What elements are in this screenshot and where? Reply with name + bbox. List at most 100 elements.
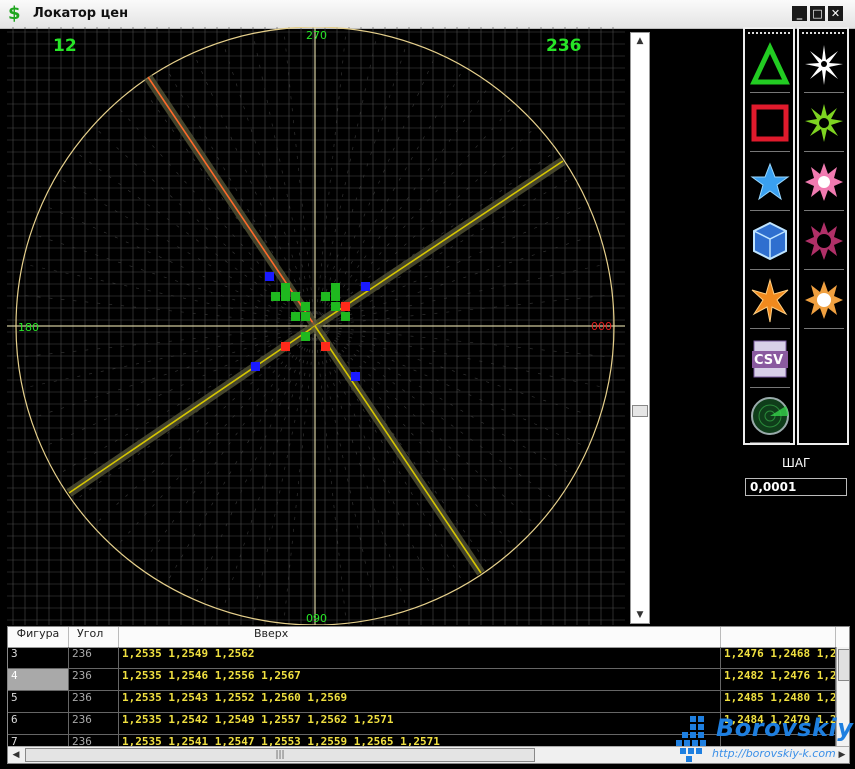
cell-angle[interactable]: 236 [69,669,119,690]
grid-horizontal-thumb[interactable]: ||| [25,748,535,762]
radar-spoke [314,325,516,550]
table-row[interactable]: 3 236 1,2535 1,2549 1,2562 1,2476 1,2468 1,… [8,647,849,669]
star-palette [797,27,849,445]
degree-label-right: 000 [591,320,612,333]
pixel-logo-icon [676,716,706,762]
price-block [301,302,310,311]
degree-label-bottom: 090 [306,612,327,625]
price-block [281,283,290,292]
price-block [251,362,260,371]
radar-spoke [192,51,316,327]
orange-star-icon [805,281,843,319]
cell-angle[interactable]: 236 [69,647,119,668]
radar-tool[interactable] [748,387,792,443]
radar-spoke [314,233,601,327]
cell-down-levels[interactable]: 1,2482 1,2476 1,2 [721,669,836,690]
radar-spoke [29,325,316,419]
cell-figure[interactable]: 3 [8,647,69,668]
pink-star-tool[interactable] [802,155,846,211]
scroll-up-arrow-icon[interactable]: ▲ [631,33,649,49]
burst-icon [751,278,789,323]
orange-star-tool[interactable] [802,273,846,329]
white-star-icon [805,45,843,85]
radar-canvas[interactable] [7,27,625,625]
burst-tool[interactable] [748,273,792,329]
column-header-up[interactable]: Вверх [119,627,721,647]
close-button[interactable]: ✕ [828,6,843,21]
radar-spoke [314,32,378,327]
price-block [331,283,340,292]
price-block [291,292,300,301]
radar-spoke [164,325,316,586]
step-label: ШАГ [782,456,811,470]
cell-figure[interactable]: 4 [8,669,69,690]
grid-vertical-thumb[interactable] [838,649,849,681]
cell-up-levels[interactable]: 1,2535 1,2542 1,2549 1,2557 1,2562 1,257… [119,713,721,734]
scroll-left-arrow-icon[interactable]: ◀ [8,747,24,763]
cell-up-levels[interactable]: 1,2535 1,2549 1,2562 [119,647,721,668]
cube-icon [753,221,787,261]
radar-spoke [40,325,316,449]
cell-angle[interactable]: 236 [69,713,119,734]
price-block [331,302,340,311]
radar-spoke [55,175,316,327]
csv-label: CSV [754,353,784,368]
price-block [291,312,300,321]
column-header-down[interactable] [721,627,836,647]
radar-scrollbar[interactable]: ▲ ▼ [630,32,650,624]
scroll-down-arrow-icon[interactable]: ▼ [631,607,649,623]
cell-figure[interactable]: 6 [8,713,69,734]
radar-spoke [314,325,438,601]
square-tool[interactable] [748,96,792,152]
dollar-icon: $ [8,3,21,24]
cell-angle[interactable]: 236 [69,691,119,712]
palette-divider [748,32,790,34]
price-block [341,312,350,321]
dark-pink-star-icon [805,222,843,260]
price-block [271,292,280,301]
right-counter: 236 [546,36,582,56]
price-ray [314,160,564,327]
triangle-tool[interactable] [748,37,792,93]
column-header-figure[interactable]: Фигура [8,627,69,647]
csv-tool[interactable]: CSV [748,332,792,388]
table-row[interactable]: 5 236 1,2535 1,2543 1,2552 1,2560 1,2569 1,… [8,691,849,713]
price-block [321,342,330,351]
column-header-angle[interactable]: Угол [69,627,119,647]
table-row[interactable]: 4 236 1,2535 1,2546 1,2556 1,2567 1,2482 1,… [8,669,849,691]
shape-palette: CSV [743,27,795,445]
minimize-button[interactable]: _ [792,6,807,21]
dark-pink-star-tool[interactable] [802,214,846,270]
price-block [265,272,274,281]
scroll-thumb[interactable] [632,405,648,417]
cell-figure[interactable]: 5 [8,691,69,712]
price-block [351,372,360,381]
price-block [321,292,330,301]
radar-spoke [314,325,614,358]
cell-down-levels[interactable]: 1,2476 1,2468 1,2 [721,647,836,668]
cell-up-levels[interactable]: 1,2535 1,2543 1,2552 1,2560 1,2569 [119,691,721,712]
step-input[interactable] [745,478,847,496]
radar-spoke [314,203,590,327]
price-block [361,282,370,291]
white-star-tool[interactable] [802,37,846,93]
maximize-button[interactable]: □ [810,6,825,21]
price-block [281,292,290,301]
price-ray [68,325,316,494]
price-block [341,302,350,311]
price-block [301,312,310,321]
green-star-tool[interactable] [802,96,846,152]
radar-spoke [314,83,492,327]
star-icon [750,162,790,201]
grid-header: Фигура Угол Вверх [8,627,849,648]
price-block [331,292,340,301]
title-bar[interactable]: $ Локатор цен _ □ ✕ [0,0,855,29]
price-block [281,342,290,351]
star-tool[interactable] [748,155,792,211]
degree-label-left: 180 [18,321,39,334]
cube-tool[interactable] [748,214,792,270]
price-block [301,332,310,341]
cell-up-levels[interactable]: 1,2535 1,2546 1,2556 1,2567 [119,669,721,690]
cell-down-levels[interactable]: 1,2485 1,2480 1,2 [721,691,836,712]
radar-spoke [16,294,316,327]
